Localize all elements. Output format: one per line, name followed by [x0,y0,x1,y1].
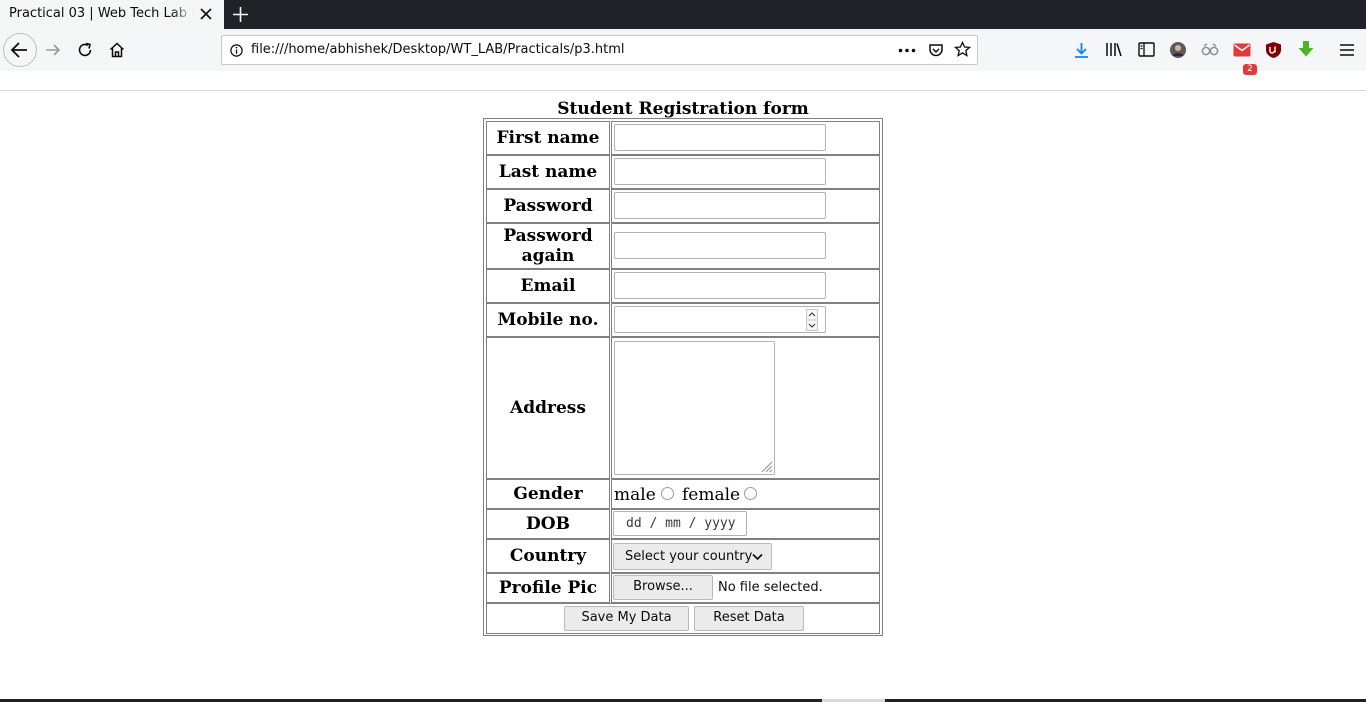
page-actions-icon[interactable] [898,48,916,53]
address-label-cell: Address [486,337,610,479]
password-again-label-line1: Password [503,226,593,246]
account-avatar-icon[interactable] [1169,41,1187,59]
first-name-label: First name [496,128,600,148]
url-text: file:///home/abhishek/Desktop/WT_LAB/Pra… [251,42,625,57]
dob-value-cell: dd / mm / yyyy [611,509,880,539]
last-name-input[interactable] [614,158,826,185]
address-label: Address [510,398,586,418]
password-label-cell: Password [486,189,610,223]
new-tab-icon[interactable] [231,5,250,24]
country-label: Country [509,546,587,566]
downloads-icon[interactable] [1073,41,1090,59]
profile-pic-value-cell: Browse... No file selected. [611,573,880,603]
country-selected-value: Select your country [625,549,753,564]
sidebar-icon[interactable] [1138,42,1155,57]
close-tab-icon[interactable] [199,7,213,21]
mobile-label: Mobile no. [497,310,599,330]
first-name-value-cell [611,121,880,155]
password-again-input[interactable] [614,232,826,259]
bookmark-star-icon[interactable] [954,41,971,58]
chevron-down-icon [752,553,763,561]
first-name-input[interactable] [614,124,826,151]
address-value-cell [611,337,880,479]
mail-badge: 2 [1243,64,1257,75]
last-name-label-cell: Last name [486,155,610,189]
info-icon[interactable] [230,44,243,57]
dob-label-cell: DOB [486,509,610,539]
country-label-cell: Country [486,539,610,573]
gender-label: Gender [513,484,583,504]
toolbar-divider [0,90,1366,91]
email-input[interactable] [614,272,826,299]
dob-label: DOB [526,514,570,534]
email-label: Email [520,276,576,296]
gender-value-cell: male female [611,479,880,509]
password-value-cell [611,189,880,223]
save-my-data-button[interactable]: Save My Data [564,606,689,631]
pocket-icon[interactable] [928,42,944,58]
reset-data-button[interactable]: Reset Data [694,606,804,631]
mail-icon[interactable] [1233,43,1251,57]
file-status-text: No file selected. [718,580,823,595]
tab-strip: Practical 03 | Web Tech Lab (E [0,0,1366,29]
gender-female-radio[interactable] [744,487,757,500]
reload-icon[interactable] [76,41,94,59]
country-select[interactable]: Select your country [613,543,772,570]
last-name-value-cell [611,155,880,189]
active-tab[interactable]: Practical 03 | Web Tech Lab (E [0,0,224,29]
extension-icon[interactable] [1201,42,1219,58]
dob-date-input[interactable]: dd / mm / yyyy [613,511,747,536]
form-caption: Student Registration form [557,99,809,119]
menu-icon[interactable] [1339,43,1355,57]
mobile-number-input[interactable] [614,306,826,333]
profile-pic-label: Profile Pic [498,578,598,598]
gender-label-cell: Gender [486,479,610,509]
country-value-cell: Select your country [611,539,880,573]
forward-icon[interactable] [43,41,63,59]
back-arrow-icon [10,42,27,58]
email-label-cell: Email [486,269,610,303]
mobile-label-cell: Mobile no. [486,303,610,337]
tab-title: Practical 03 | Web Tech Lab (E [9,6,194,21]
address-textarea[interactable] [614,341,775,475]
email-value-cell [611,269,880,303]
library-icon[interactable] [1105,41,1123,58]
navigation-toolbar: file:///home/abhishek/Desktop/WT_LAB/Pra… [0,29,1366,75]
password-again-value-cell [611,223,880,269]
home-icon[interactable] [108,41,126,59]
number-spinner-icon[interactable] [806,309,818,331]
mobile-value-cell [611,303,880,337]
gender-female-label: female [682,485,741,505]
first-name-label-cell: First name [486,121,610,155]
last-name-label: Last name [498,162,598,182]
gender-male-radio[interactable] [661,487,674,500]
resize-grip-icon[interactable] [760,460,773,473]
password-again-label-line2: again [521,246,575,266]
ublock-icon[interactable] [1265,41,1282,59]
url-bar[interactable]: file:///home/abhishek/Desktop/WT_LAB/Pra… [221,35,978,65]
form-actions-cell: Save My Data Reset Data [486,603,880,634]
back-button[interactable] [3,33,37,67]
password-again-label-cell: Password again [486,223,610,269]
browse-file-button[interactable]: Browse... [613,575,713,600]
password-input[interactable] [614,192,826,219]
profile-pic-label-cell: Profile Pic [486,573,610,603]
password-label: Password [503,196,593,216]
gender-male-label: male [614,485,656,505]
download-helper-icon[interactable] [1297,40,1315,59]
